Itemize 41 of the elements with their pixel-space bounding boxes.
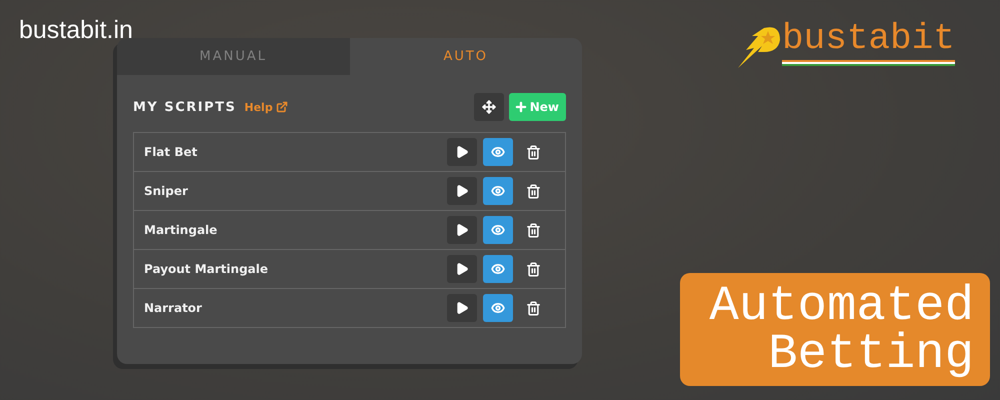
delete-icon[interactable] [526,262,540,276]
eye-icon [491,223,505,237]
view-button[interactable] [483,255,513,283]
script-name: Narrator [144,301,203,315]
help-link[interactable]: Help [244,100,288,114]
play-icon [455,184,469,198]
delete-icon[interactable] [526,144,540,160]
run-button[interactable] [447,294,477,322]
script-name: Payout Martingale [144,262,270,276]
run-button[interactable] [447,255,477,283]
move-button[interactable] [474,93,504,121]
badge-text: Automated [709,282,974,330]
section-heading: MY SCRIPTS [133,100,236,114]
play-icon [455,262,469,276]
play-icon [455,223,469,237]
move-icon [482,100,496,114]
run-button[interactable] [447,177,477,205]
view-button[interactable] [483,177,513,205]
eye-icon [491,262,505,276]
run-button[interactable] [447,138,477,166]
run-button[interactable] [447,216,477,244]
eye-icon [491,184,505,198]
view-button[interactable] [483,294,513,322]
view-button[interactable] [483,138,513,166]
play-icon [455,145,469,159]
external-link-icon [276,101,288,113]
script-name: Flat Bet [144,145,198,159]
script-name: Martingale [144,223,218,237]
delete-icon[interactable] [526,300,540,316]
eye-icon [491,301,505,315]
delete-icon[interactable] [526,184,540,198]
script-name: Sniper [144,184,189,198]
tab[interactable]: MANUAL [117,38,350,75]
new-button[interactable]: New [508,93,566,121]
delete-icon[interactable] [526,222,540,238]
logo-text: bustabit [782,22,955,66]
view-button[interactable] [483,216,513,244]
plus-icon [514,100,528,114]
badge-text: Betting [768,330,974,378]
play-icon [455,301,469,315]
eye-icon [491,145,505,159]
